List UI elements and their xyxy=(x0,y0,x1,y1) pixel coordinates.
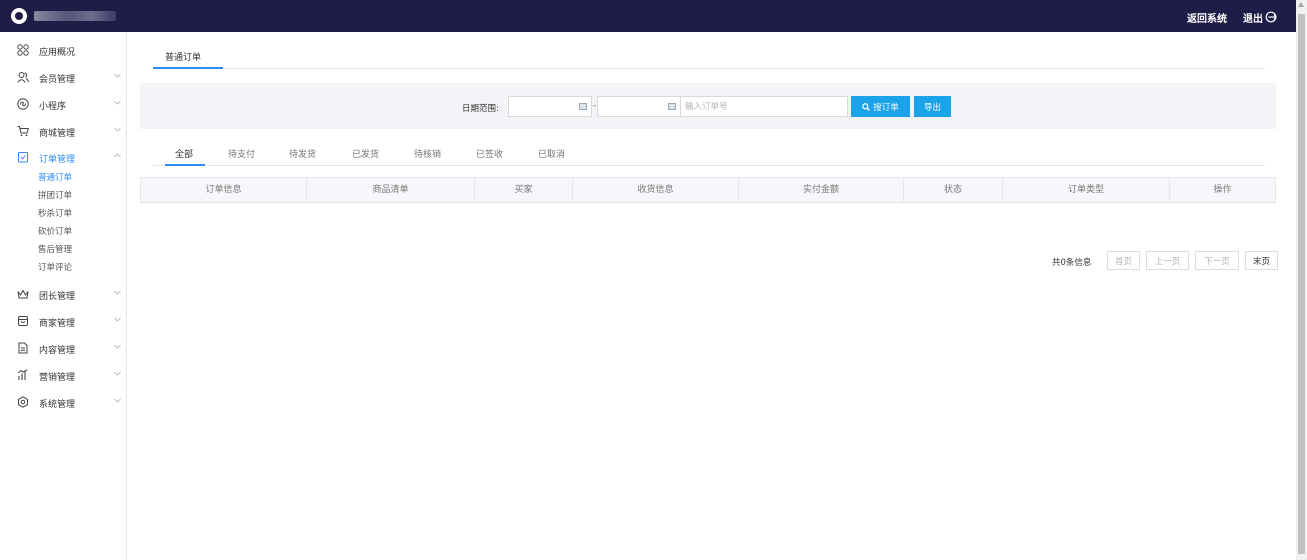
logout-icon[interactable] xyxy=(1265,11,1277,23)
first-page-button[interactable]: 首页 xyxy=(1107,251,1140,270)
status-tab-received[interactable]: 已签收 xyxy=(476,147,503,160)
column-header-amount: 实付金额 xyxy=(739,178,904,202)
document-icon xyxy=(18,342,28,354)
status-tab-pending-payment[interactable]: 待支付 xyxy=(228,147,255,160)
search-orders-label: 搜订单 xyxy=(873,102,899,113)
sidebar-subitem-normal-orders[interactable]: 普通订单 xyxy=(38,171,72,183)
sidebar-item-label: 应用概况 xyxy=(39,48,76,58)
sidebar-item-label: 商家管理 xyxy=(39,319,76,329)
sidebar-item-label: 订单管理 xyxy=(39,155,76,165)
sidebar-item-label: 商城管理 xyxy=(39,129,76,139)
chevron-down-icon xyxy=(114,371,121,376)
chevron-down-icon xyxy=(114,73,121,78)
status-tab-all[interactable]: 全部 xyxy=(175,147,193,160)
search-icon xyxy=(862,102,871,111)
sidebar-subitem-after-sales[interactable]: 售后管理 xyxy=(38,243,72,255)
column-header-status: 状态 xyxy=(904,178,1003,202)
sidebar-subitem-order-reviews[interactable]: 订单评论 xyxy=(38,261,72,273)
column-header-shipping: 收货信息 xyxy=(573,178,739,202)
tab-normal-orders[interactable]: 普通订单 xyxy=(165,50,201,63)
sidebar-item-marketing[interactable]: 营销管理 xyxy=(0,365,126,385)
sidebar-item-content[interactable]: 内容管理 xyxy=(0,338,126,358)
date-separator: - xyxy=(593,101,597,111)
sidebar-item-miniapp[interactable]: 小程序 xyxy=(0,94,126,114)
miniapp-icon xyxy=(17,98,29,110)
column-header-order-type: 订单类型 xyxy=(1003,178,1170,202)
sidebar: 应用概况 会员管理 小程序 商城管理 订单管理 普通订单 拼团订单 秒杀订单 砍… xyxy=(0,32,127,560)
chevron-up-icon xyxy=(114,153,121,158)
order-icon xyxy=(18,152,28,163)
sidebar-item-overview[interactable]: 应用概况 xyxy=(0,40,126,60)
chevron-down-icon xyxy=(114,127,121,132)
column-header-items: 商品清单 xyxy=(307,178,475,202)
status-tab-shipped[interactable]: 已发货 xyxy=(352,147,379,160)
marketing-icon xyxy=(17,369,28,380)
crown-icon xyxy=(17,289,29,299)
search-orders-button[interactable]: 搜订单 xyxy=(851,96,910,117)
start-date-input[interactable] xyxy=(508,96,592,117)
calendar-icon[interactable] xyxy=(579,103,587,110)
sidebar-subitem-group-orders[interactable]: 拼团订单 xyxy=(38,189,72,201)
calendar-icon[interactable] xyxy=(668,103,676,110)
sidebar-item-leaders[interactable]: 团长管理 xyxy=(0,284,126,304)
sidebar-item-merchants[interactable]: 商家管理 xyxy=(0,311,126,331)
column-header-buyer: 买家 xyxy=(475,178,573,202)
prev-page-button[interactable]: 上一页 xyxy=(1146,251,1189,270)
chevron-down-icon xyxy=(114,290,121,295)
brand-name-blurred xyxy=(34,11,116,21)
status-tab-cancelled[interactable]: 已取消 xyxy=(538,147,565,160)
orders-table-header: 订单信息 商品清单 买家 收货信息 实付金额 状态 订单类型 操作 xyxy=(140,177,1276,203)
end-date-input[interactable] xyxy=(597,96,681,117)
users-icon xyxy=(17,72,29,83)
order-number-input[interactable] xyxy=(680,96,848,117)
store-icon xyxy=(18,316,28,326)
sidebar-item-members[interactable]: 会员管理 xyxy=(0,67,126,87)
status-tab-pending-verification[interactable]: 待核销 xyxy=(414,147,441,160)
sidebar-item-system[interactable]: 系统管理 xyxy=(0,392,126,412)
active-status-indicator xyxy=(165,164,205,166)
column-header-order-info: 订单信息 xyxy=(141,178,307,202)
scroll-thumb[interactable] xyxy=(1298,14,1305,554)
settings-icon xyxy=(18,396,28,408)
page-scrollbar[interactable] xyxy=(1296,0,1307,560)
sidebar-item-label: 系统管理 xyxy=(39,400,76,410)
chevron-down-icon xyxy=(114,100,121,105)
sidebar-item-label: 团长管理 xyxy=(39,292,76,302)
sidebar-item-label: 营销管理 xyxy=(39,373,76,383)
logout-link[interactable]: 退出 xyxy=(1243,10,1263,25)
next-page-button[interactable]: 下一页 xyxy=(1195,251,1239,270)
last-page-button[interactable]: 末页 xyxy=(1245,251,1278,270)
sidebar-subitem-bargain-orders[interactable]: 砍价订单 xyxy=(38,225,72,237)
date-range-label: 日期范围: xyxy=(462,104,499,114)
sidebar-item-label: 内容管理 xyxy=(39,346,76,356)
cart-icon xyxy=(17,126,29,137)
status-tab-divider xyxy=(153,165,1265,166)
logo-icon xyxy=(11,8,27,24)
chevron-down-icon xyxy=(114,398,121,403)
active-tab-indicator xyxy=(153,67,223,69)
scroll-up-icon[interactable] xyxy=(1298,2,1304,7)
tab-divider xyxy=(153,68,1265,69)
sidebar-item-mall[interactable]: 商城管理 xyxy=(0,121,126,141)
top-bar: 返回系统 退出 xyxy=(0,0,1296,32)
chevron-down-icon xyxy=(114,344,121,349)
sidebar-subitem-flash-orders[interactable]: 秒杀订单 xyxy=(38,207,72,219)
status-tab-pending-shipment[interactable]: 待发货 xyxy=(289,147,316,160)
column-header-actions: 操作 xyxy=(1213,185,1232,195)
sidebar-item-orders[interactable]: 订单管理 xyxy=(0,147,126,167)
sidebar-item-label: 小程序 xyxy=(39,102,67,112)
return-system-link[interactable]: 返回系统 xyxy=(1187,10,1227,25)
export-button[interactable]: 导出 xyxy=(914,96,951,117)
pagination-total: 共0条信息 xyxy=(1052,258,1092,268)
chevron-down-icon xyxy=(114,317,121,322)
sidebar-item-label: 会员管理 xyxy=(39,75,76,85)
dashboard-icon xyxy=(17,44,29,56)
